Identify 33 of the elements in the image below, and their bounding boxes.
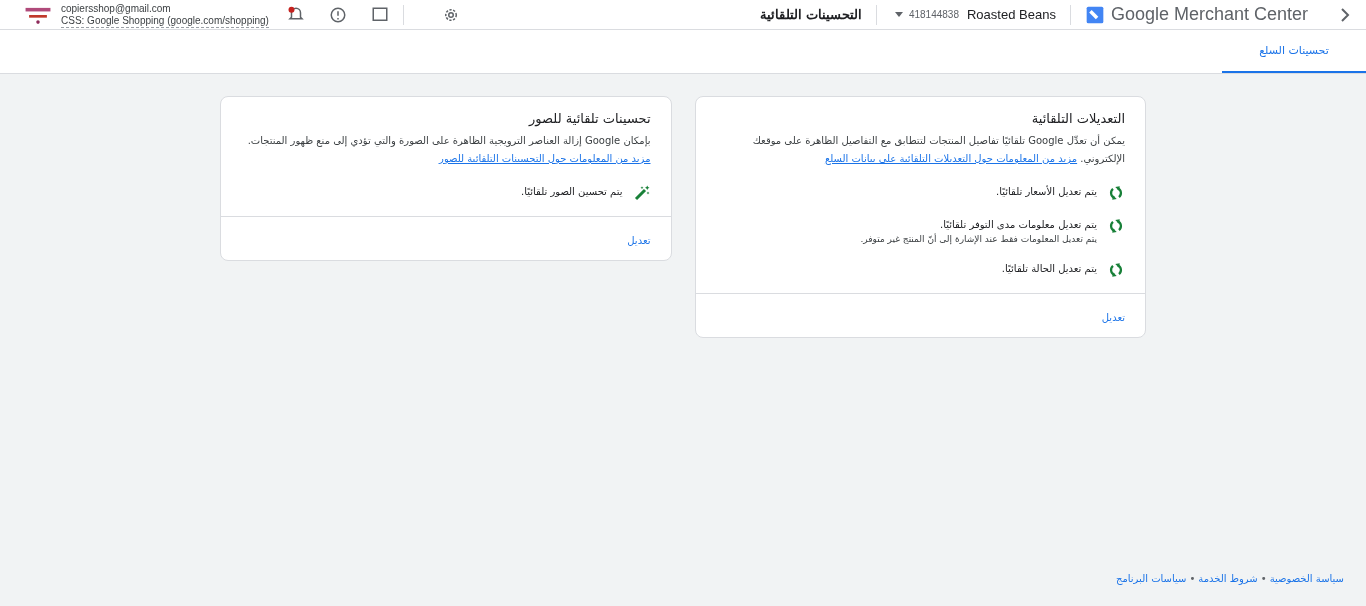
card-description: بإمكان Google إزالة العناصر الترويجية الظاهرة على الصورة والتي تؤدي إلى منع ظهور المنتجات. مزيد من المعلومات حول التحسينات التلقائية للصور	[246, 134, 651, 166]
edit-button[interactable]: تعديل	[1101, 312, 1125, 323]
help-icon[interactable]	[328, 5, 347, 24]
sync-icon	[1107, 184, 1125, 202]
window-icon[interactable]	[370, 5, 389, 24]
product-name: Google Merchant Center	[1110, 4, 1308, 25]
card-description: يمكن أن تعدِّل Google تلقائيًا تفاصيل المنتجات لتتطابق مع التفاصيل الظاهرة على موقعك الإلكتروني. مزيد من المعلومات حول التعديلات التلقائية على بيانات السلع	[751, 133, 1125, 167]
account-id[interactable]: 418144838	[908, 9, 959, 20]
account-email: copiersshop@gmail.com	[61, 1, 172, 15]
tab[interactable]: تحسينات السلع	[1222, 30, 1366, 73]
card-title: تحسينات تلقائية للصور	[527, 111, 651, 126]
chevron-icon[interactable]	[1340, 6, 1350, 23]
caret-icon[interactable]	[894, 12, 903, 17]
status-note: يتم تعديل المعلومات فقط عند الإشارة إلى أنّ المنتج غير متوفر.	[860, 233, 1097, 246]
sync-icon	[1107, 261, 1125, 279]
account-name[interactable]: Roasted Beans	[967, 7, 1056, 22]
footer-link[interactable]: شروط الخدمة	[1198, 573, 1258, 584]
status-text: يتم تعديل الحالة تلقائيًا.	[1001, 262, 1097, 277]
css-label[interactable]: CSS: Google Shopping (google.com/shopping)	[61, 14, 269, 28]
separator-dot: •	[1260, 573, 1267, 584]
magic-wand-icon	[632, 184, 651, 202]
status-text: يتم تعديل الأسعار تلقائيًا.	[996, 184, 1097, 200]
sync-icon	[1107, 217, 1125, 235]
status-text: يتم تحسين الصور تلقائيًا.	[521, 185, 623, 200]
status-text: يتم تعديل معلومات مدى التوفر تلقائيًا.	[939, 218, 1097, 233]
separator-dot: •	[1189, 573, 1196, 584]
card-title: التعديلات التلقائية	[1030, 111, 1125, 126]
learn-more-link[interactable]: مزيد من المعلومات حول التحسينات التلقائية للصور	[439, 153, 651, 164]
edit-button[interactable]: تعديل	[627, 235, 651, 246]
footer-link[interactable]: سياسة الخصوصية	[1269, 573, 1344, 584]
footer-link[interactable]: سياسات البرنامج	[1115, 573, 1187, 584]
page-title: التحسينات التلقائية	[760, 7, 862, 22]
learn-more-link[interactable]: مزيد من المعلومات حول التعديلات التلقائية على بيانات السلع	[824, 153, 1078, 164]
